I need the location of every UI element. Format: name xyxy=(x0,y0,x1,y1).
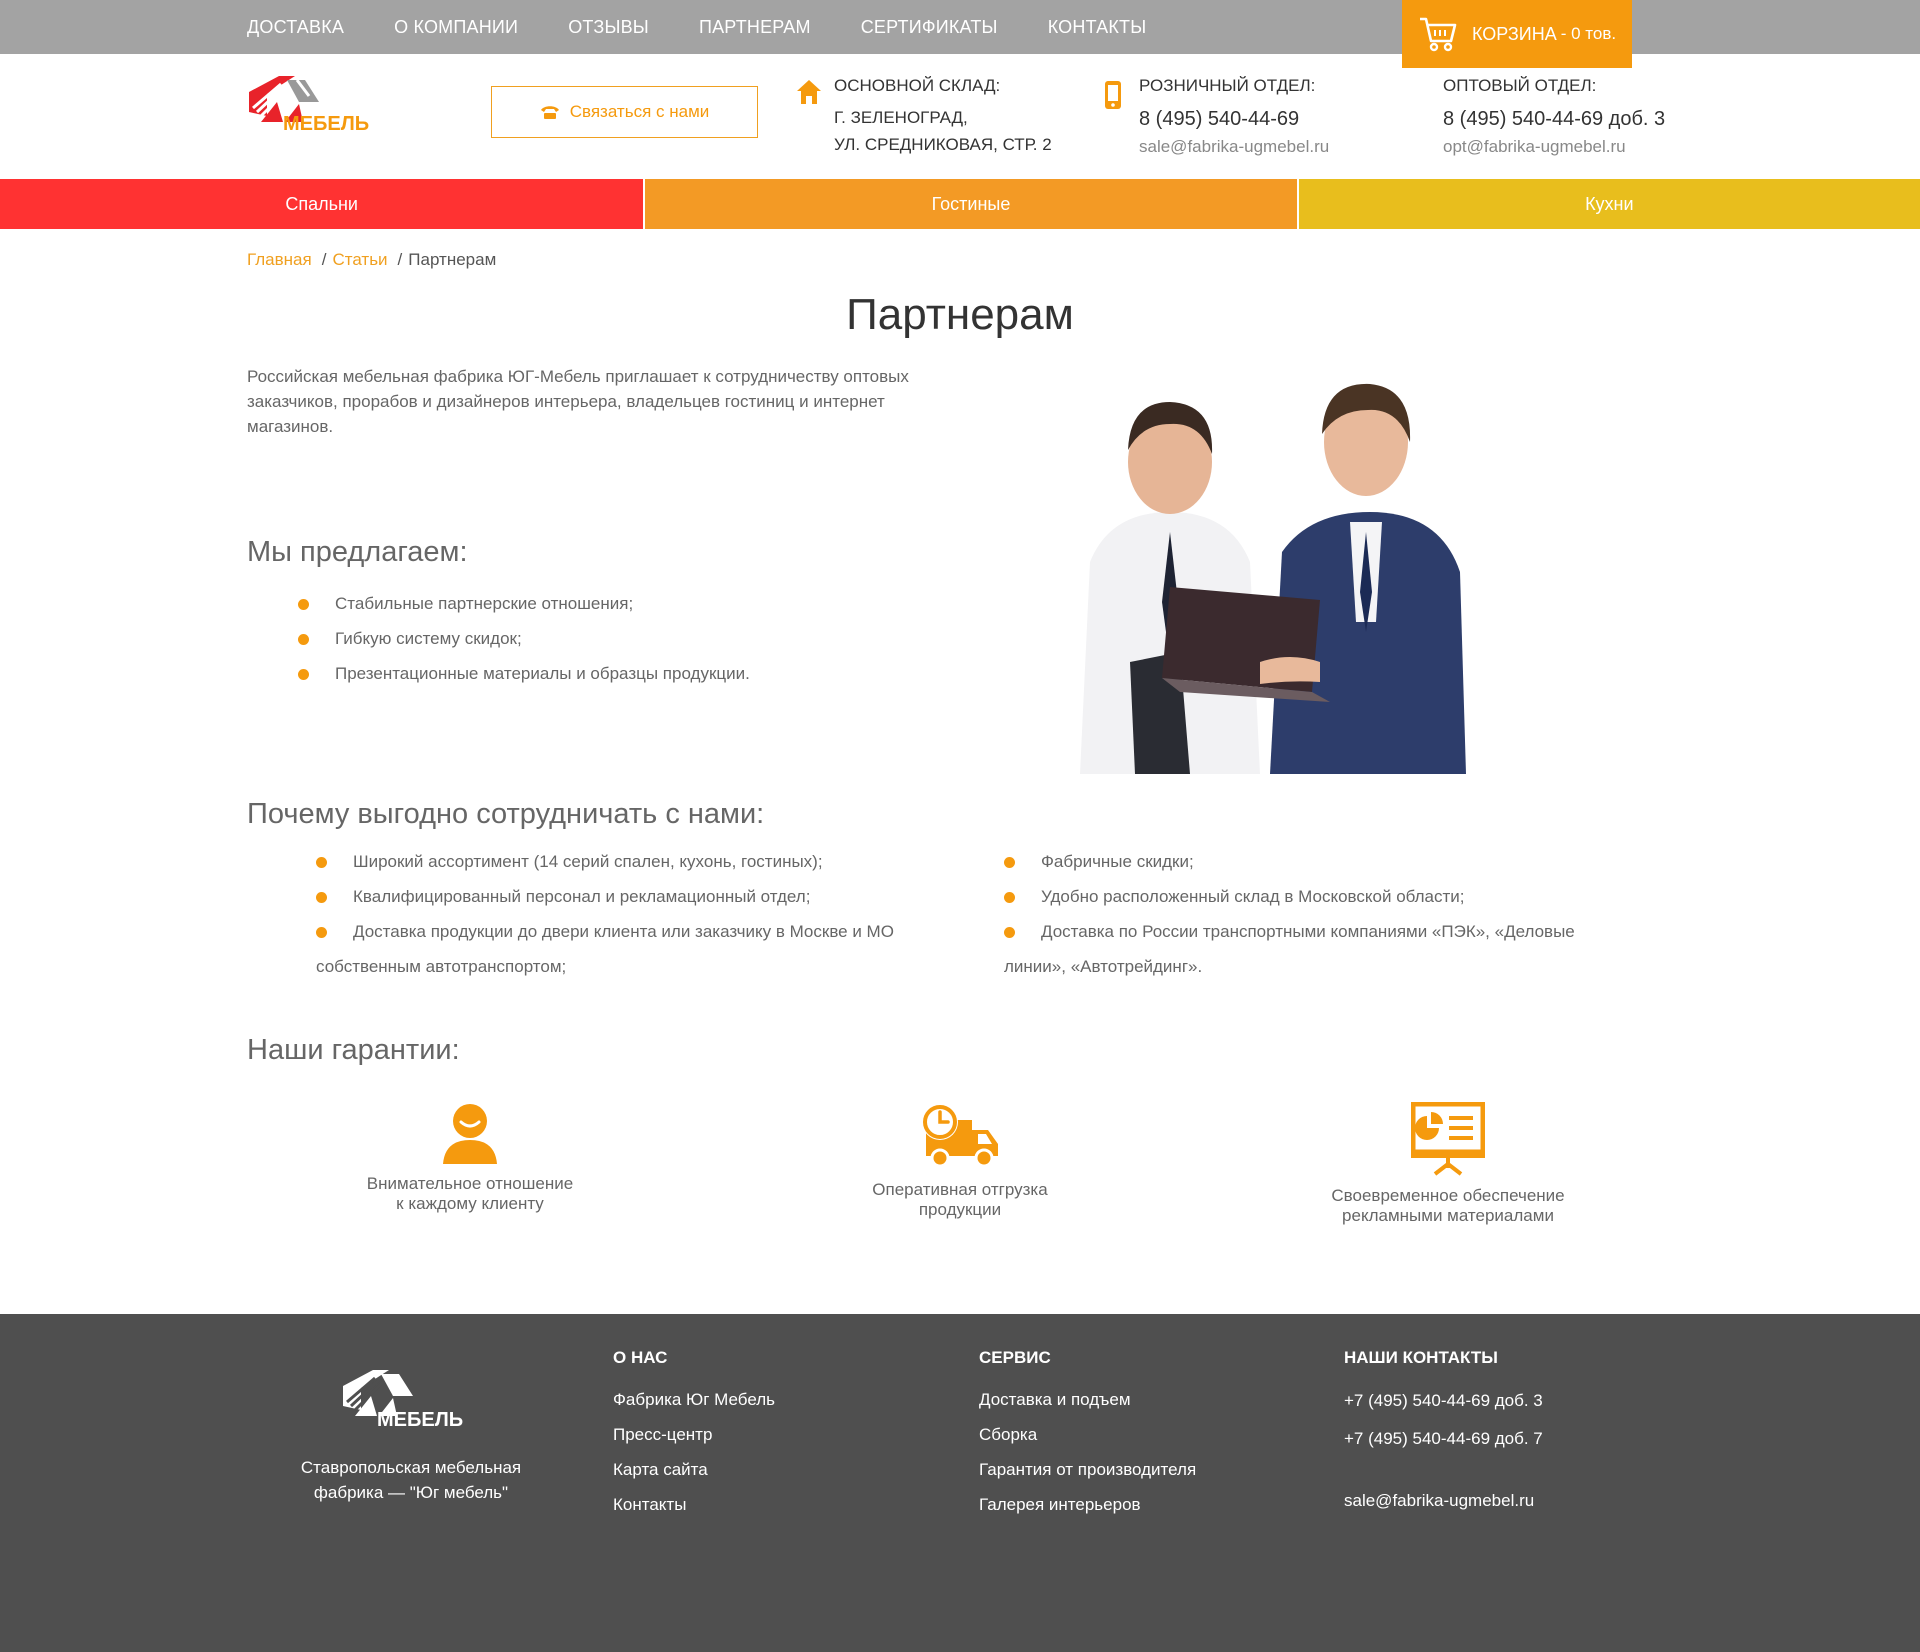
cart-icon xyxy=(1420,17,1457,52)
top-nav: ДОСТАВКА О КОМПАНИИ ОТЗЫВЫ ПАРТНЕРАМ СЕР… xyxy=(247,0,1196,54)
guarantee-label-line1: Оперативная отгрузка xyxy=(872,1180,1048,1199)
list-item: Стабильные партнерские отношения; xyxy=(298,586,750,621)
warehouse-block: ОСНОВНОЙ СКЛАД: Г. ЗЕЛЕНОГРАД, УЛ. СРЕДН… xyxy=(834,74,1052,158)
phone-icon xyxy=(540,106,559,119)
guarantee-label-line1: Своевременное обеспечение xyxy=(1331,1186,1565,1205)
business-men-photo xyxy=(1080,383,1466,774)
category-bar: Спальни Гостиные Кухни xyxy=(0,179,1920,229)
footer-description-line1: Ставропольская мебельная xyxy=(300,1458,522,1477)
offer-heading: Мы предлагаем: xyxy=(247,536,468,568)
home-icon xyxy=(797,80,821,104)
category-living-rooms[interactable]: Гостиные xyxy=(645,179,1297,229)
category-bedrooms[interactable]: Спальни xyxy=(0,179,644,229)
footer-contacts-heading: НАШИ КОНТАКТЫ xyxy=(1344,1348,1498,1367)
cart-label: КОРЗИНА xyxy=(1472,23,1557,44)
footer-link[interactable]: Доставка и подъем xyxy=(979,1382,1196,1417)
warehouse-label: ОСНОВНОЙ СКЛАД: xyxy=(834,76,1001,95)
wholesale-phone[interactable]: 8 (495) 540-44-69 доб. 3 xyxy=(1443,106,1665,132)
breadcrumb-current: Партнерам xyxy=(408,250,497,269)
intro-text: Российская мебельная фабрика ЮГ-Мебель п… xyxy=(247,367,909,436)
footer-about-heading: О НАС xyxy=(613,1348,668,1367)
svg-text:МЕБЕЛЬ: МЕБЕЛЬ xyxy=(377,1409,463,1430)
breadcrumb-home[interactable]: Главная xyxy=(247,250,312,269)
list-item: Широкий ассортимент (14 серий спален, ку… xyxy=(316,844,946,879)
footer-contacts: НАШИ КОНТАКТЫ +7 (495) 540-44-69 доб. 3 … xyxy=(1344,1348,1543,1520)
warehouse-address-line2: УЛ. СРЕДНИКОВАЯ, СТР. 2 xyxy=(834,135,1052,154)
list-item: Доставка по России транспортными компани… xyxy=(1004,914,1634,984)
footer-link[interactable]: Гарантия от производителя xyxy=(979,1452,1196,1487)
footer-description: Ставропольская мебельная фабрика — "Юг м… xyxy=(280,1455,542,1505)
footer-link[interactable]: Контакты xyxy=(613,1487,775,1522)
guarantee-item: Внимательное отношение к каждому клиенту xyxy=(320,1102,620,1214)
guarantees-heading: Наши гарантии: xyxy=(247,1034,460,1066)
footer-service-heading: СЕРВИС xyxy=(979,1348,1051,1367)
footer-link[interactable]: Сборка xyxy=(979,1417,1196,1452)
wholesale-email[interactable]: opt@fabrika-ugmebel.ru xyxy=(1443,136,1665,158)
page: ДОСТАВКА О КОМПАНИИ ОТЗЫВЫ ПАРТНЕРАМ СЕР… xyxy=(0,0,1920,1652)
footer-about: О НАС Фабрика Юг Мебель Пресс-центр Карт… xyxy=(613,1348,775,1522)
presentation-board-icon xyxy=(1411,1102,1485,1176)
footer-link[interactable]: Галерея интерьеров xyxy=(979,1487,1196,1522)
nav-delivery[interactable]: ДОСТАВКА xyxy=(247,17,344,38)
why-heading: Почему выгодно сотрудничать с нами: xyxy=(247,798,765,830)
retail-label: РОЗНИЧНЫЙ ОТДЕЛ: xyxy=(1139,76,1316,95)
retail-email[interactable]: sale@fabrika-ugmebel.ru xyxy=(1139,136,1329,158)
footer-description-line2: фабрика — "Юг мебель" xyxy=(313,1483,509,1502)
list-item: Удобно расположенный склад в Московской … xyxy=(1004,879,1634,914)
nav-reviews[interactable]: ОТЗЫВЫ xyxy=(568,17,649,38)
breadcrumb-articles[interactable]: Статьи xyxy=(332,250,387,269)
retail-block: РОЗНИЧНЫЙ ОТДЕЛ: 8 (495) 540-44-69 sale@… xyxy=(1139,74,1329,158)
logo[interactable]: МЕБЕЛЬ xyxy=(247,74,389,135)
retail-phone[interactable]: 8 (495) 540-44-69 xyxy=(1139,106,1329,132)
mobile-icon xyxy=(1105,81,1121,109)
guarantee-item: Оперативная отгрузка продукции xyxy=(810,1102,1110,1220)
list-item: Доставка продукции до двери клиента или … xyxy=(316,914,946,984)
footer-logo[interactable]: МЕБЕЛЬ xyxy=(341,1366,483,1430)
footer-link[interactable]: Пресс-центр xyxy=(613,1417,775,1452)
footer-link[interactable]: Карта сайта xyxy=(613,1452,775,1487)
nav-certificates[interactable]: СЕРТИФИКАТЫ xyxy=(861,17,998,38)
contact-us-button[interactable]: Связаться с нами xyxy=(491,86,758,138)
person-icon xyxy=(443,1104,497,1164)
nav-contacts[interactable]: КОНТАКТЫ xyxy=(1048,17,1147,38)
list-item: Фабричные скидки; xyxy=(1004,844,1634,879)
offer-list: Стабильные партнерские отношения; Гибкую… xyxy=(298,586,750,691)
breadcrumb-separator: / xyxy=(397,250,403,269)
page-title: Партнерам xyxy=(846,290,1074,339)
contact-us-label: Связаться с нами xyxy=(569,102,710,121)
footer-phone[interactable]: +7 (495) 540-44-69 доб. 7 xyxy=(1344,1420,1543,1458)
list-item: Квалифицированный персонал и рекламацион… xyxy=(316,879,946,914)
guarantee-item: Своевременное обеспечение рекламными мат… xyxy=(1298,1102,1598,1226)
breadcrumb-separator: / xyxy=(321,250,327,269)
footer-phone[interactable]: +7 (495) 540-44-69 доб. 3 xyxy=(1344,1382,1543,1420)
list-item: Презентационные материалы и образцы прод… xyxy=(298,656,750,691)
warehouse-address: Г. ЗЕЛЕНОГРАД, УЛ. СРЕДНИКОВАЯ, СТР. 2 xyxy=(834,104,1052,158)
warehouse-address-line1: Г. ЗЕЛЕНОГРАД, xyxy=(834,108,968,127)
guarantee-label-line2: продукции xyxy=(918,1200,1002,1219)
nav-partners[interactable]: ПАРТНЕРАМ xyxy=(699,17,811,38)
delivery-truck-icon xyxy=(922,1104,998,1168)
logo-graphic: МЕБЕЛЬ xyxy=(249,76,369,135)
why-list-right: Фабричные скидки; Удобно расположенный с… xyxy=(1004,844,1634,984)
cart-count: - 0 тов. xyxy=(1560,24,1617,43)
footer-link[interactable]: Фабрика Юг Мебель xyxy=(613,1382,775,1417)
wholesale-block: ОПТОВЫЙ ОТДЕЛ: 8 (495) 540-44-69 доб. 3 … xyxy=(1443,74,1665,158)
category-kitchens[interactable]: Кухни xyxy=(1298,179,1920,229)
wholesale-label: ОПТОВЫЙ ОТДЕЛ: xyxy=(1443,76,1597,95)
guarantee-label-line2: рекламными материалами xyxy=(1342,1206,1554,1225)
footer-email[interactable]: sale@fabrika-ugmebel.ru xyxy=(1344,1482,1543,1520)
why-list-left: Широкий ассортимент (14 серий спален, ку… xyxy=(316,844,946,984)
cart-button[interactable]: КОРЗИНА - 0 тов. xyxy=(1402,0,1632,68)
top-bar: ДОСТАВКА О КОМПАНИИ ОТЗЫВЫ ПАРТНЕРАМ СЕР… xyxy=(0,0,1920,54)
guarantee-label-line2: к каждому клиенту xyxy=(396,1194,544,1213)
breadcrumb: Главная / Статьи / Партнерам xyxy=(247,250,496,270)
list-item: Гибкую систему скидок; xyxy=(298,621,750,656)
footer-service: СЕРВИС Доставка и подъем Сборка Гарантия… xyxy=(979,1348,1196,1522)
svg-text:МЕБЕЛЬ: МЕБЕЛЬ xyxy=(283,113,369,134)
nav-about[interactable]: О КОМПАНИИ xyxy=(394,17,518,38)
guarantee-label-line1: Внимательное отношение xyxy=(366,1174,574,1193)
